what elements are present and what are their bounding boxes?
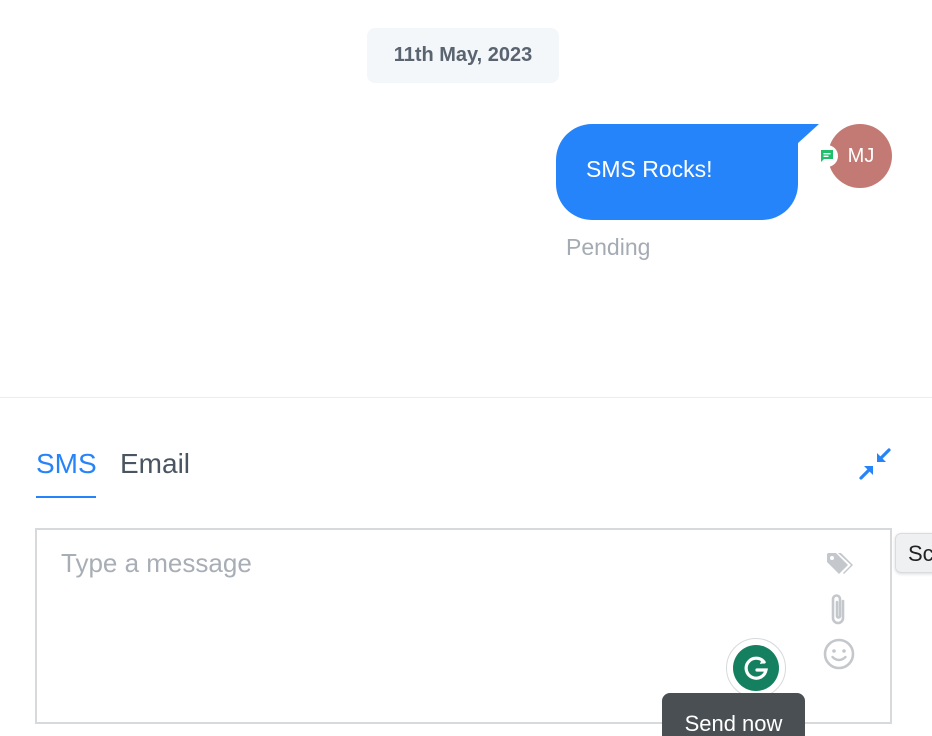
message-bubble-tail (797, 124, 819, 144)
send-now-label: Send now (684, 711, 783, 736)
side-tab[interactable]: Sc (895, 533, 932, 573)
message-input[interactable] (61, 548, 801, 708)
date-separator: 11th May, 2023 (367, 28, 559, 83)
avatar-initials: MJ (847, 144, 875, 167)
tag-icon[interactable] (823, 548, 855, 580)
sms-channel-icon (816, 145, 838, 167)
message-text: SMS Rocks! (586, 156, 713, 182)
conversation-page: 11th May, 2023 SMS Rocks! MJ Pending SMS… (0, 0, 932, 736)
side-tab-label: Sc (908, 541, 932, 566)
grammarly-icon[interactable] (726, 638, 786, 698)
message-bubble: SMS Rocks! (556, 124, 798, 220)
date-label: 11th May, 2023 (393, 44, 533, 66)
message-status: Pending (566, 234, 651, 260)
send-now-tooltip[interactable]: Send now (662, 693, 805, 736)
composer-divider (0, 397, 932, 398)
tab-email[interactable]: Email (120, 448, 190, 498)
grammarly-logo (733, 645, 779, 691)
tab-sms[interactable]: SMS (36, 448, 97, 498)
smiley-icon[interactable] (821, 636, 857, 672)
paperclip-icon[interactable] (823, 592, 855, 628)
collapse-icon[interactable] (858, 447, 892, 481)
